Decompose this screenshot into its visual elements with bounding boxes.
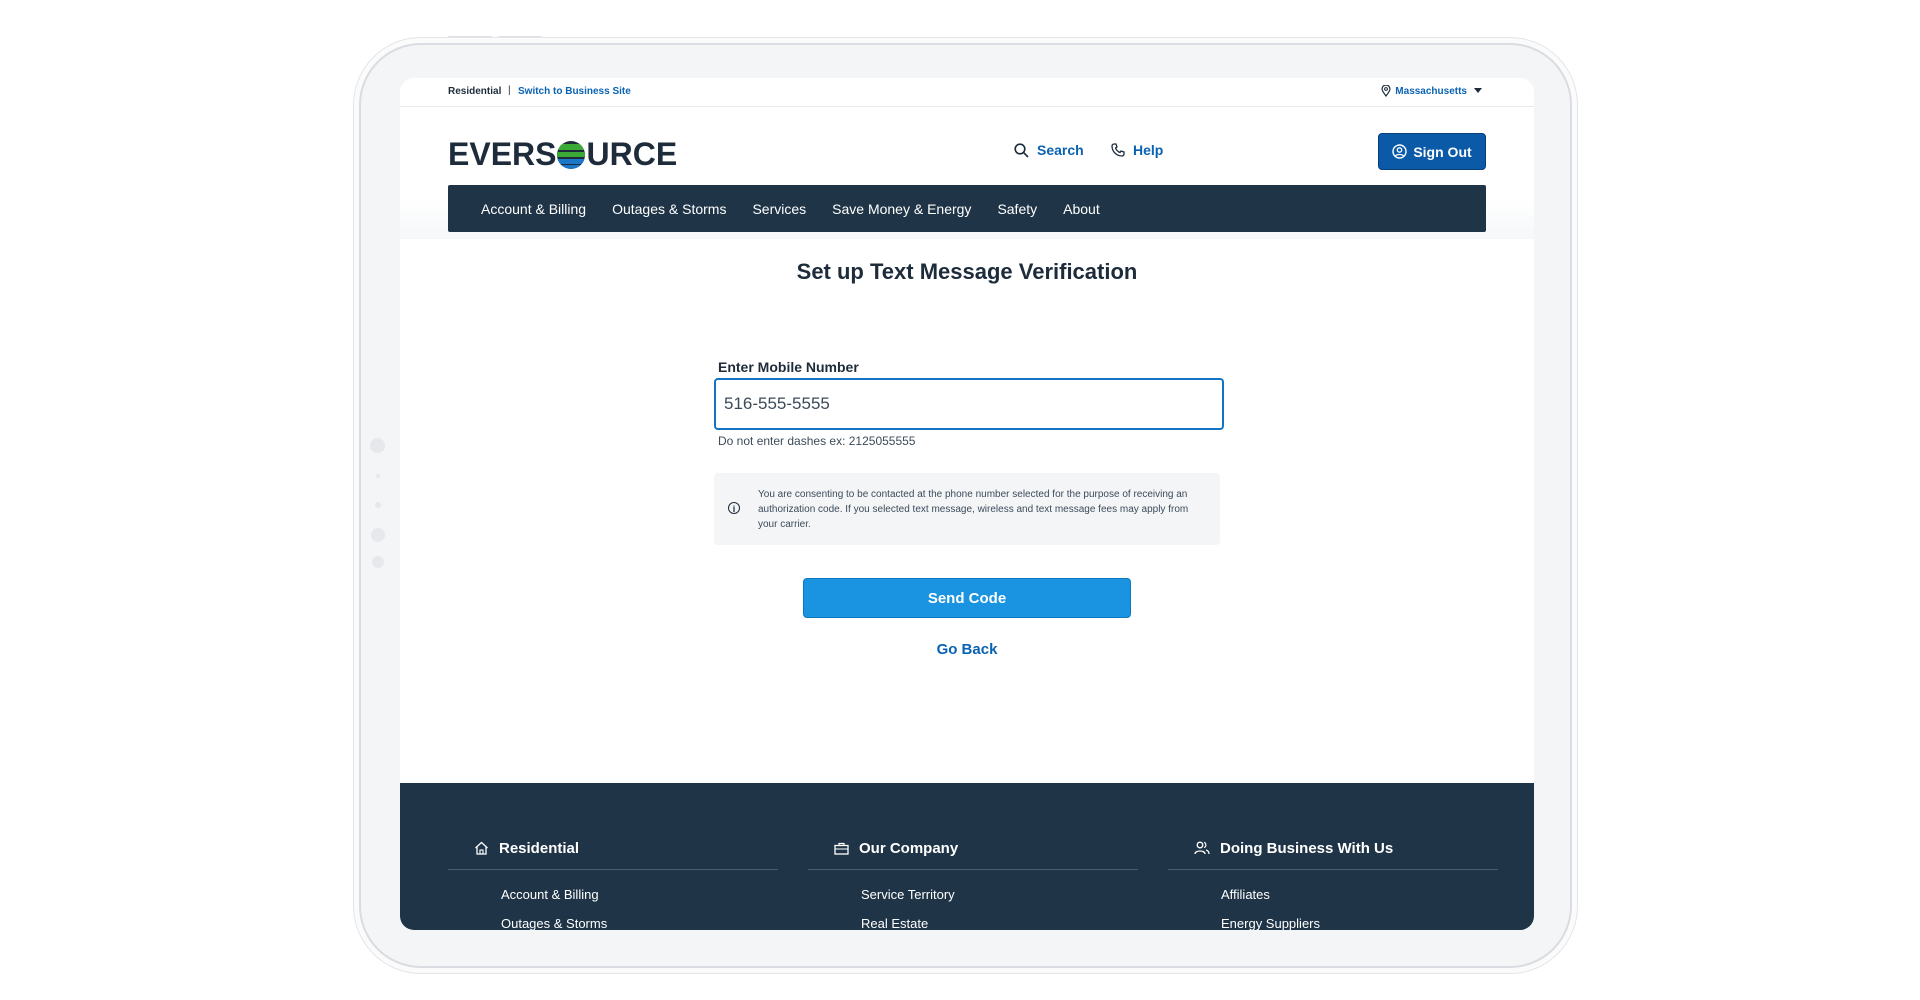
location-pin-icon <box>1381 85 1391 97</box>
device-button <box>448 36 492 38</box>
search-icon <box>1014 142 1029 158</box>
go-back-label: Go Back <box>936 641 998 658</box>
page-title: Set up Text Message Verification <box>796 259 1138 284</box>
divider <box>1168 869 1498 870</box>
state-selector[interactable]: Massachusetts <box>1381 85 1482 97</box>
utility-bar: Residential | Switch to Business Site Ma… <box>400 78 1534 107</box>
eversource-logo[interactable]: EVERS URCE <box>448 136 677 173</box>
search-link[interactable]: Search <box>1014 142 1084 158</box>
nav-item-account-billing[interactable]: Account & Billing <box>481 201 586 217</box>
footer-heading: Doing Business With Us <box>1220 839 1394 857</box>
footer-link[interactable]: Affiliates <box>1168 887 1498 902</box>
mobile-number-input[interactable] <box>714 378 1224 430</box>
people-icon <box>1194 841 1210 855</box>
mobile-number-hint: Do not enter dashes ex: 2125055555 <box>718 434 916 448</box>
device-camera <box>370 438 385 453</box>
state-label: Massachusetts <box>1395 85 1467 97</box>
search-label: Search <box>1037 142 1084 158</box>
sign-out-button[interactable]: Sign Out <box>1378 133 1486 170</box>
nav-item-services[interactable]: Services <box>752 201 806 217</box>
footer-link[interactable]: Energy Suppliers <box>1168 916 1498 930</box>
nav-item-safety[interactable]: Safety <box>997 201 1037 217</box>
home-icon <box>475 841 488 855</box>
mobile-number-label: Enter Mobile Number <box>718 359 859 375</box>
logo-text: EVERS <box>448 136 557 172</box>
go-back-link[interactable]: Go Back <box>400 641 1534 658</box>
footer-link[interactable]: Real Estate <box>808 916 1138 930</box>
logo-text: URCE <box>586 136 678 172</box>
divider <box>448 869 778 870</box>
segment-label: Residential <box>448 86 502 97</box>
consent-text: You are consenting to be contacted at th… <box>758 489 1189 530</box>
footer-column-residential: Residential Account & Billing Outages & … <box>448 838 778 930</box>
info-icon: i <box>728 502 740 514</box>
briefcase-icon <box>834 842 849 855</box>
footer-heading: Our Company <box>859 839 959 857</box>
consent-notice: i You are consenting to be contacted at … <box>714 473 1220 545</box>
help-link[interactable]: Help <box>1111 142 1163 158</box>
nav-item-outages-storms[interactable]: Outages & Storms <box>612 201 726 217</box>
logo-o-icon <box>557 140 586 169</box>
divider <box>808 869 1138 870</box>
footer-link[interactable]: Outages & Storms <box>448 916 778 930</box>
phone-icon <box>1111 143 1125 157</box>
footer-link[interactable]: Service Territory <box>808 887 1138 902</box>
send-code-button[interactable]: Send Code <box>803 578 1131 618</box>
nav-item-about[interactable]: About <box>1063 201 1100 217</box>
footer-link[interactable]: Account & Billing <box>448 887 778 902</box>
nav-item-save-money-energy[interactable]: Save Money & Energy <box>832 201 971 217</box>
main-nav: Account & Billing Outages & Storms Servi… <box>448 185 1486 232</box>
footer-column-doing-business: Doing Business With Us Affiliates Energy… <box>1168 838 1498 930</box>
user-circle-icon <box>1392 144 1408 159</box>
browser-screen: Residential | Switch to Business Site Ma… <box>400 78 1534 930</box>
device-button <box>498 36 542 38</box>
device-button <box>372 556 384 568</box>
caret-down-icon <box>1474 88 1482 93</box>
footer-heading: Residential <box>499 839 580 857</box>
device-sensor <box>376 474 380 478</box>
sign-out-label: Sign Out <box>1413 143 1472 160</box>
device-button <box>371 528 385 542</box>
separator: | <box>508 85 511 96</box>
switch-business-link[interactable]: Switch to Business Site <box>518 86 631 97</box>
device-sensor <box>375 502 381 508</box>
help-label: Help <box>1133 142 1164 158</box>
footer-column-our-company: Our Company Service Territory Real Estat… <box>808 838 1138 930</box>
site-footer: Residential Account & Billing Outages & … <box>400 783 1534 930</box>
